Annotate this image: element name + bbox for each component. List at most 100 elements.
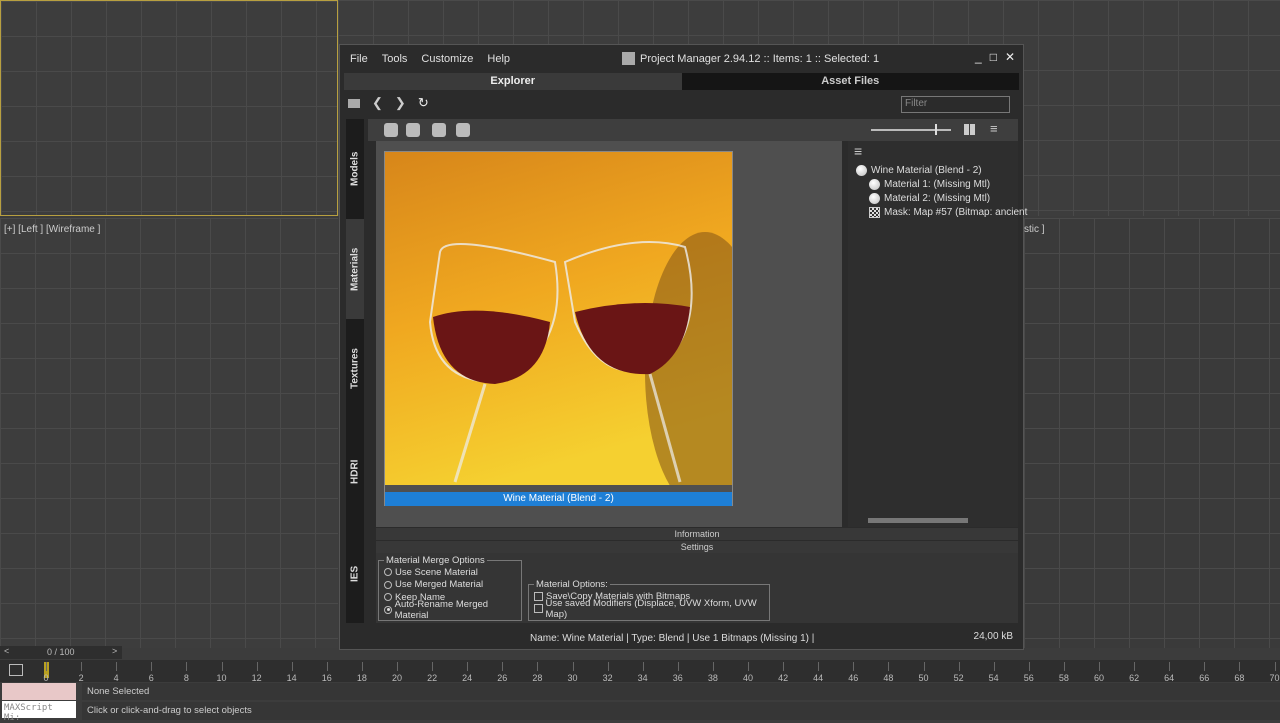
radio-auto-rename[interactable]: Auto-Rename Merged Material	[384, 599, 516, 621]
filter-input[interactable]: Filter	[901, 96, 1010, 113]
information-panel-header[interactable]: Information	[376, 528, 1018, 540]
viewport-perspective-label[interactable]: stic ]	[1024, 224, 1045, 235]
timeline-tick-mark	[1063, 662, 1065, 671]
timeline-tick-mark	[186, 662, 188, 671]
menu-bar: File Tools Customize Help	[350, 53, 510, 65]
timeline-tick-label: 0	[43, 673, 49, 683]
material-ball-icon	[869, 178, 880, 190]
radio-use-scene-material[interactable]: Use Scene Material	[384, 566, 516, 579]
timeline-tick-mark	[467, 662, 469, 671]
replace-icon[interactable]	[432, 123, 446, 137]
tree-horizontal-scrollbar[interactable]	[868, 518, 968, 523]
timeline-tick-label: 14	[286, 673, 297, 683]
timeline-tick-label: 36	[672, 673, 683, 683]
viewport-left[interactable]	[0, 218, 338, 648]
maximize-button[interactable]: □	[990, 50, 997, 64]
minimize-button[interactable]: _	[975, 50, 982, 64]
timeline-tick-mark	[81, 662, 83, 671]
curve-editor-icon[interactable]	[9, 664, 23, 676]
timeline-tick-label: 42	[778, 673, 789, 683]
side-tab-textures[interactable]: Textures	[346, 319, 364, 419]
tree-item-label: Material 1: (Missing Mtl)	[884, 178, 991, 190]
side-tab-models[interactable]: Models	[346, 119, 364, 219]
replace-multi-icon[interactable]	[456, 123, 470, 137]
tree-item[interactable]: Mask: Map #57 (Bitmap: ancient	[869, 205, 1027, 219]
tree-item[interactable]: Wine Material (Blend - 2)	[856, 163, 1027, 177]
timeline-tick-label: 18	[356, 673, 367, 683]
timeline-tick-mark	[1204, 662, 1206, 671]
timeline-tick-label: 38	[707, 673, 718, 683]
side-tab-ies[interactable]: IES	[346, 524, 364, 623]
menu-help[interactable]: Help	[487, 53, 510, 65]
timeline-tick-label: 12	[251, 673, 262, 683]
merge-multi-icon[interactable]	[406, 123, 420, 137]
refresh-icon[interactable]: ↻	[418, 95, 429, 111]
timeline-tick-mark	[116, 662, 118, 671]
sort-icon[interactable]: ≡	[990, 121, 998, 136]
timeline-tick-label: 20	[391, 673, 403, 683]
timeline-tick-label: 60	[1093, 673, 1105, 683]
timeline-tick-label: 8	[183, 673, 189, 683]
menu-customize[interactable]: Customize	[421, 53, 473, 65]
timeline-tick-mark	[958, 662, 960, 671]
timeline-tick-label: 28	[532, 673, 543, 683]
thumbnail-size-slider[interactable]	[871, 129, 951, 131]
folder-icon[interactable]	[348, 98, 360, 108]
timeline-tick-label: 2	[78, 673, 84, 683]
time-slider[interactable]: < 0 / 100 >	[0, 646, 122, 659]
maxscript-mini-listener[interactable]: MAXScript Mi:	[2, 701, 76, 723]
back-icon[interactable]: ❮	[372, 95, 383, 111]
timeline-tick-mark	[1134, 662, 1136, 671]
timeline-tick-mark	[888, 662, 890, 671]
timeline-tick-mark	[502, 662, 504, 671]
timeline-tick-label: 64	[1164, 673, 1175, 683]
material-ball-icon	[869, 192, 880, 204]
side-tab-hdri[interactable]: HDRI	[346, 419, 364, 524]
timeline-tick-mark	[677, 662, 679, 671]
menu-file[interactable]: File	[350, 53, 368, 65]
merge-options-title: Material Merge Options	[386, 555, 485, 566]
timeline-tick-label: 46	[848, 673, 859, 683]
viewport-left-label[interactable]: [+] [Left ] [Wireframe ]	[4, 224, 100, 235]
tab-explorer[interactable]: Explorer	[344, 73, 682, 90]
timeline[interactable]: 0 2 4 6 8 10 12 14 16 18 20 22 24 26 28 30 32 34 36 38 40 42 4…	[0, 660, 1280, 683]
tree-item-label: Mask: Map #57 (Bitmap: ancient	[884, 206, 1028, 218]
viewport-perspective[interactable]	[1024, 218, 1280, 648]
timeline-tick-label: 58	[1058, 673, 1069, 683]
timeline-tick-label: 62	[1129, 673, 1140, 683]
tree-item[interactable]: Material 2: (Missing Mtl)	[869, 191, 1027, 205]
tree-menu-icon[interactable]: ≡	[854, 143, 862, 159]
radio-use-merged-material[interactable]: Use Merged Material	[384, 579, 516, 592]
viewport-top[interactable]	[0, 0, 338, 216]
wine-glasses-image	[385, 152, 732, 485]
slider-handle[interactable]	[935, 124, 937, 135]
timeline-tick-mark	[1099, 662, 1100, 671]
tab-asset-files[interactable]: Asset Files	[681, 73, 1019, 90]
next-frame-button[interactable]: >	[112, 646, 117, 656]
side-tab-materials[interactable]: Materials	[346, 219, 364, 319]
grid-view-icon[interactable]	[964, 124, 975, 135]
timeline-tick-mark	[326, 662, 328, 671]
prompt-line: Click or click-and-drag to select object…	[82, 702, 1280, 720]
timeline-tick-mark	[712, 662, 714, 671]
tree-item[interactable]: Material 1: (Missing Mtl)	[869, 177, 1027, 191]
timeline-tick-mark	[642, 662, 644, 671]
menu-tools[interactable]: Tools	[382, 53, 408, 65]
timeline-tick-mark	[1239, 662, 1241, 671]
thumbnail-label: Wine Material (Blend - 2)	[385, 492, 732, 506]
timeline-tick-mark	[607, 662, 609, 671]
close-button[interactable]: ✕	[1005, 50, 1015, 64]
maxscript-listener-pink[interactable]	[2, 683, 76, 700]
timeline-tick-label: 34	[637, 673, 648, 683]
checkbox-use-saved-modifiers[interactable]: Use saved Modifiers (Displace, UVW Xform…	[534, 598, 764, 620]
material-thumbnail[interactable]: Wine Material (Blend - 2)	[384, 151, 733, 506]
timeline-tick-mark	[1274, 662, 1276, 671]
merge-icon[interactable]	[384, 123, 398, 137]
timeline-tick-label: 50	[918, 673, 929, 683]
timeline-tick-label: 10	[216, 673, 227, 683]
settings-panel-header[interactable]: Settings	[376, 541, 1018, 553]
forward-icon[interactable]: ❯	[395, 95, 406, 111]
timeline-tick-label: 48	[883, 673, 894, 683]
timeline-tick-label: 4	[113, 673, 119, 683]
prev-frame-button[interactable]: <	[4, 646, 9, 656]
